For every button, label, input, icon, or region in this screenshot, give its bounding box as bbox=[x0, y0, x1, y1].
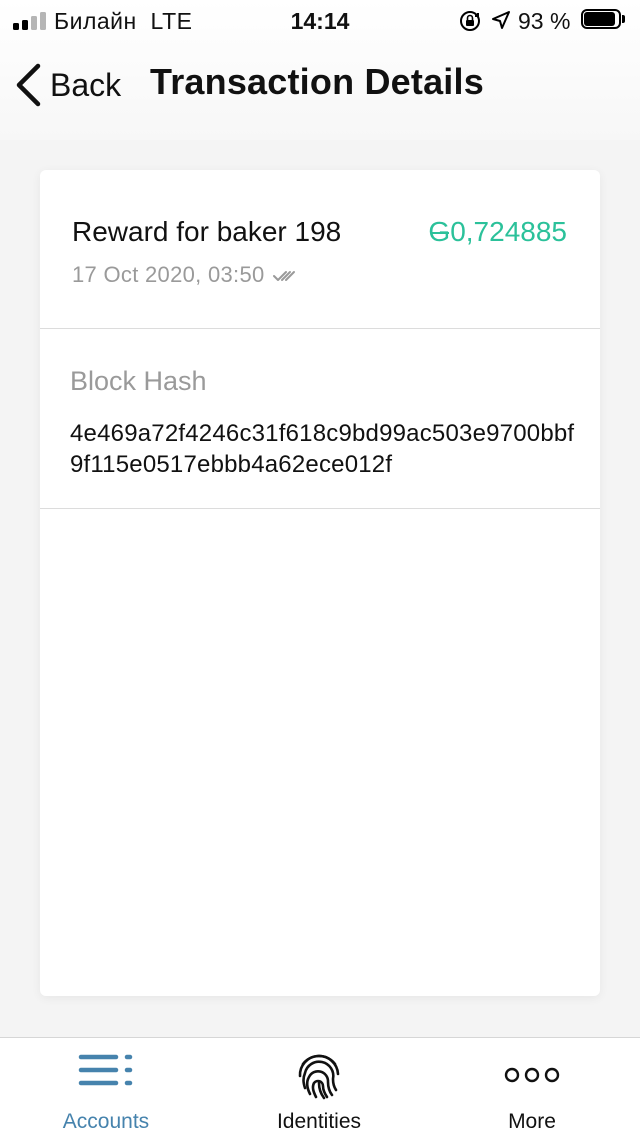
back-label: Back bbox=[50, 66, 122, 103]
tab-bar: Accounts Identities More bbox=[0, 1037, 640, 1137]
transaction-date-row: 17 Oct 2020, 03:50 bbox=[72, 262, 297, 288]
battery-percentage: 93 % bbox=[518, 8, 571, 34]
tab-identities[interactable]: Identities bbox=[229, 1038, 409, 1137]
block-hash-label: Block Hash bbox=[70, 366, 207, 396]
page-title: Transaction Details bbox=[150, 61, 484, 102]
location-arrow-icon bbox=[492, 11, 510, 29]
block-hash-value[interactable]: 4e469a72f4246c31f618c9bd99ac503e9700bbf9… bbox=[70, 418, 580, 480]
transaction-card: Reward for baker 198 G0,724885 17 Oct 20… bbox=[40, 170, 600, 996]
transaction-date: 17 Oct 2020, 03:50 bbox=[72, 262, 265, 287]
tab-label-more: More bbox=[508, 1110, 556, 1133]
gtu-currency-symbol: G bbox=[428, 216, 451, 247]
back-button[interactable]: Back bbox=[14, 60, 121, 110]
transaction-title: Reward for baker 198 bbox=[72, 216, 342, 247]
section-divider bbox=[40, 328, 600, 329]
tab-more[interactable]: More bbox=[442, 1038, 622, 1137]
transaction-amount: G0,724885 bbox=[428, 216, 567, 248]
battery-icon bbox=[581, 9, 625, 31]
accounts-list-icon bbox=[78, 1054, 133, 1086]
tab-accounts[interactable]: Accounts bbox=[16, 1038, 196, 1137]
chevron-left-icon bbox=[16, 63, 41, 107]
fingerprint-icon bbox=[298, 1054, 340, 1100]
double-check-icon bbox=[272, 271, 295, 281]
status-bar: Билайн LTE 14:14 93 % bbox=[0, 0, 640, 40]
orientation-lock-icon bbox=[460, 11, 480, 31]
more-dots-icon bbox=[504, 1067, 560, 1083]
amount-value: 0,724885 bbox=[450, 216, 567, 247]
tab-label-accounts: Accounts bbox=[62, 1110, 150, 1133]
tab-label-identities: Identities bbox=[276, 1110, 362, 1133]
section-divider bbox=[40, 508, 600, 509]
